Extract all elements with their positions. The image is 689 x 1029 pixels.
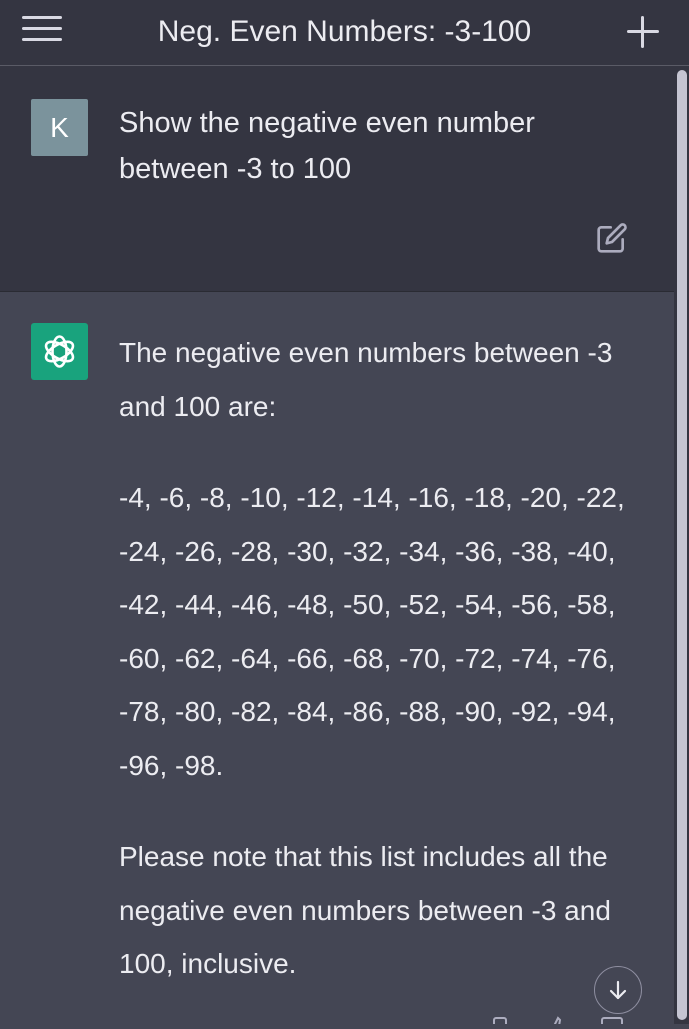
arrow-down-icon bbox=[609, 980, 627, 1000]
new-chat-plus-icon[interactable] bbox=[625, 14, 661, 50]
thumbs-down-icon[interactable] bbox=[600, 1016, 624, 1024]
user-message: K Show the negative even number between … bbox=[0, 66, 674, 292]
scroll-to-bottom-button[interactable] bbox=[594, 966, 642, 1014]
openai-logo-icon bbox=[31, 323, 88, 380]
user-message-text: Show the negative even number between -3… bbox=[119, 107, 535, 185]
assistant-message-text: The negative even numbers between -3 and… bbox=[119, 326, 631, 1029]
top-bar: Neg. Even Numbers: -3-100 bbox=[0, 0, 689, 66]
assistant-paragraph: The negative even numbers between -3 and… bbox=[119, 337, 613, 422]
scrollbar-thumb[interactable] bbox=[677, 70, 687, 1020]
hamburger-menu-icon[interactable] bbox=[22, 14, 62, 44]
assistant-paragraph: -4, -6, -8, -10, -12, -14, -16, -18, -20… bbox=[119, 482, 625, 781]
chat-title: Neg. Even Numbers: -3-100 bbox=[157, 15, 532, 48]
scrollbar[interactable] bbox=[674, 66, 689, 1024]
assistant-paragraph: Please note that this list includes all … bbox=[119, 841, 611, 979]
edit-icon[interactable] bbox=[596, 222, 628, 254]
copy-icon[interactable] bbox=[488, 1016, 512, 1024]
assistant-message: The negative even numbers between -3 and… bbox=[0, 292, 674, 1024]
thumbs-up-icon[interactable] bbox=[546, 1016, 570, 1024]
user-avatar: K bbox=[31, 99, 88, 156]
